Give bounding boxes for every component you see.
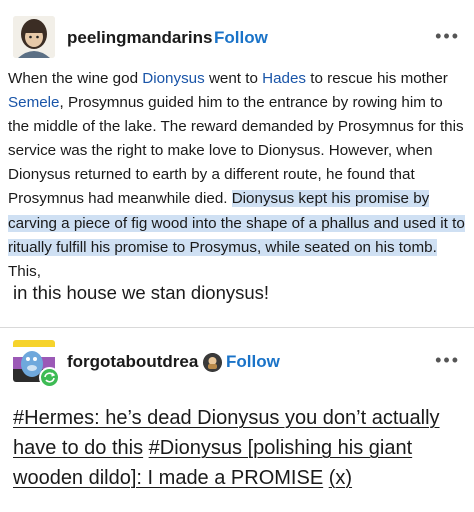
link-hades[interactable]: Hades — [262, 70, 306, 87]
quote-text: went to — [204, 70, 263, 87]
more-options-icon[interactable]: ••• — [435, 26, 460, 47]
reply-text: in this house we stan dionysus! — [13, 282, 270, 303]
divider — [0, 327, 474, 328]
quoted-text: When the wine god Dionysus went to Hades… — [8, 67, 468, 284]
badge-icon — [203, 353, 222, 372]
post-header: peelingmandarins Follow ••• — [0, 8, 474, 68]
quote-text: to rescue his mother — [306, 70, 448, 87]
quote-text: When the wine god — [8, 70, 143, 87]
username[interactable]: peelingmandarins — [67, 28, 212, 48]
link-semele[interactable]: Semele — [8, 94, 60, 111]
more-options-icon[interactable]: ••• — [435, 350, 460, 371]
post-header: forgotaboutdrea Follow ••• — [0, 332, 474, 392]
source-link[interactable]: (x) — [329, 467, 352, 489]
avatar-peelingmandarins[interactable] — [13, 16, 55, 58]
username[interactable]: forgotaboutdrea — [67, 352, 198, 372]
post-body: #Hermes: he’s dead Dionysus you don’t ac… — [13, 403, 465, 493]
follow-button[interactable]: Follow — [226, 352, 280, 372]
follow-button[interactable]: Follow — [214, 28, 268, 48]
link-dionysus[interactable]: Dionysus — [142, 70, 204, 87]
quote-text: This, — [8, 262, 41, 280]
reblog-icon — [39, 367, 60, 388]
